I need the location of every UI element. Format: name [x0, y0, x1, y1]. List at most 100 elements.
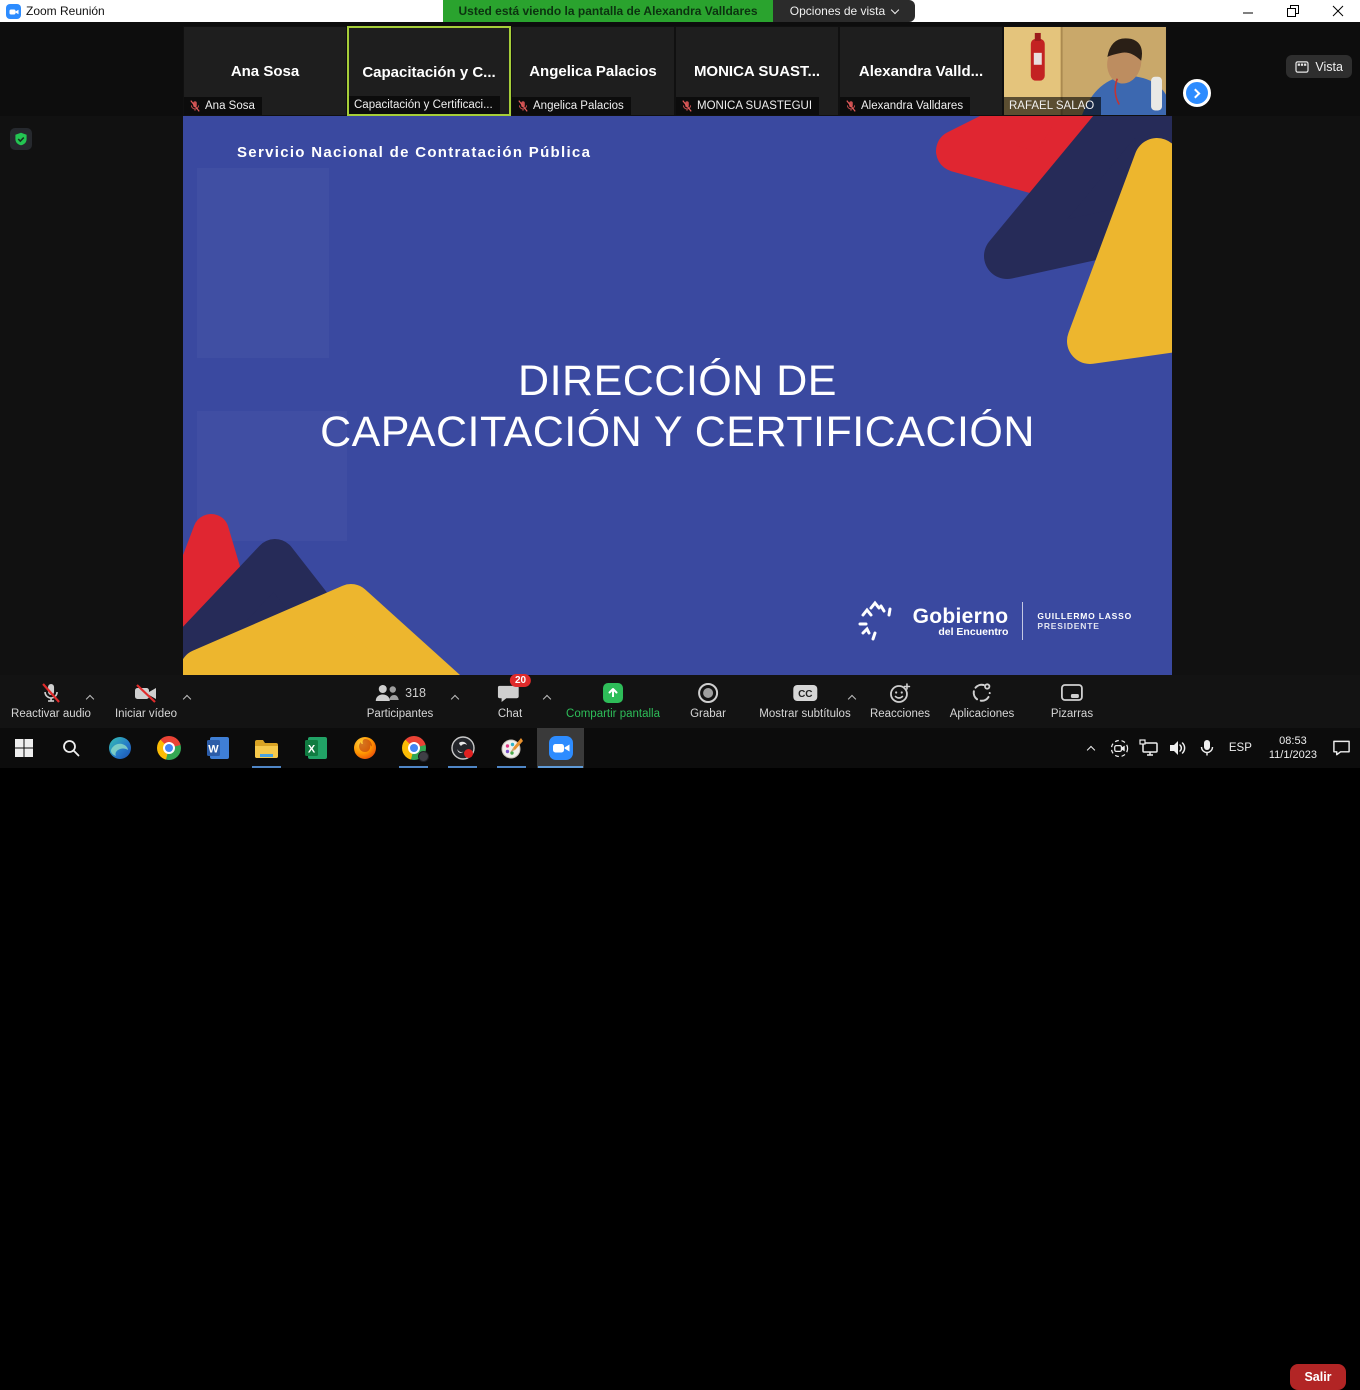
participant-tile-rafael-video[interactable]: RAFAEL SALAO	[1003, 26, 1167, 116]
start-video-button[interactable]: Iniciar vídeo	[115, 680, 177, 720]
chevron-down-icon	[891, 5, 899, 13]
captions-button[interactable]: CC Mostrar subtítulos	[759, 680, 850, 720]
meeting-toolbar: Reactivar audio Iniciar vídeo 318 Partic…	[0, 675, 1360, 728]
next-participants-button[interactable]	[1183, 79, 1211, 107]
screen-share-banner: Usted está viendo la pantalla de Alexand…	[443, 0, 773, 22]
chat-label: Chat	[498, 708, 522, 720]
participant-label: Alexandra Valldares	[840, 97, 970, 115]
chat-unread-badge: 20	[510, 674, 531, 687]
language-indicator[interactable]: ESP	[1225, 742, 1256, 754]
slide-title: DIRECCIÓN DE CAPACITACIÓN Y CERTIFICACIÓ…	[183, 356, 1172, 458]
view-options-button[interactable]: Opciones de vista	[773, 0, 915, 22]
clock-date: 11/1/2023	[1269, 748, 1317, 762]
gear-icon	[418, 751, 429, 762]
restore-button[interactable]	[1270, 0, 1315, 22]
taskbar-edge-icon[interactable]	[96, 728, 143, 768]
participant-label-text: MONICA SUASTEGUI	[697, 100, 812, 112]
slide-faint-panel	[197, 168, 329, 358]
participant-tile-capacitacion[interactable]: Capacitación y C... Capacitación y Certi…	[347, 26, 511, 116]
record-label: Grabar	[690, 708, 726, 720]
participant-name: Capacitación y C...	[349, 64, 509, 81]
participants-count: 318	[405, 686, 426, 700]
video-options-chevron-icon[interactable]	[183, 695, 191, 703]
taskbar-obs-icon[interactable]	[439, 728, 486, 768]
president-title: PRESIDENTE	[1037, 621, 1132, 631]
participant-tile-ana-sosa[interactable]: Ana Sosa Ana Sosa	[183, 26, 347, 116]
slide-title-line2: CAPACITACIÓN Y CERTIFICACIÓN	[183, 407, 1172, 458]
taskbar-excel-icon[interactable]: X	[292, 728, 339, 768]
action-center-icon[interactable]	[1330, 728, 1352, 768]
slide-header: Servicio Nacional de Contratación Públic…	[237, 144, 591, 161]
start-button[interactable]	[0, 728, 47, 768]
share-screen-button[interactable]: Compartir pantalla	[566, 680, 660, 720]
mic-muted-icon	[845, 100, 857, 112]
slide-title-line1: DIRECCIÓN DE	[183, 356, 1172, 407]
taskbar-chrome-app-icon[interactable]	[390, 728, 437, 768]
taskbar-paint3d-icon[interactable]	[488, 728, 535, 768]
search-icon	[61, 738, 81, 758]
record-button[interactable]: Grabar	[690, 680, 726, 720]
security-shield-button[interactable]	[10, 128, 32, 150]
view-button[interactable]: Vista	[1286, 55, 1352, 78]
participant-tile-angelica[interactable]: Angelica Palacios Angelica Palacios	[511, 26, 675, 116]
whiteboards-button[interactable]: Pizarras	[1051, 680, 1093, 720]
search-button[interactable]	[47, 728, 94, 768]
whiteboard-icon	[1060, 683, 1084, 703]
taskbar-chrome-icon[interactable]	[145, 728, 192, 768]
taskbar-file-explorer-icon[interactable]	[243, 728, 290, 768]
reactions-smiley-icon	[888, 682, 912, 704]
participant-label: MONICA SUASTEGUI	[676, 97, 819, 115]
participants-icon	[374, 683, 400, 703]
participant-label-text: Alexandra Valldares	[861, 100, 963, 112]
participant-tile-alexandra[interactable]: Alexandra Valld... Alexandra Valldares	[839, 26, 1003, 116]
taskbar-zoom-icon[interactable]	[537, 728, 584, 768]
participants-options-chevron-icon[interactable]	[451, 695, 459, 703]
taskbar-word-icon[interactable]: W	[194, 728, 241, 768]
slide-decorative-shapes-top-right	[912, 116, 1172, 396]
zoom-app-icon	[6, 4, 21, 19]
network-icon[interactable]	[1138, 728, 1160, 768]
mic-muted-icon	[517, 100, 529, 112]
record-icon	[697, 682, 719, 704]
close-button[interactable]	[1315, 0, 1360, 22]
clock[interactable]: 08:53 11/1/2023	[1263, 734, 1323, 762]
participants-button[interactable]: 318 Participantes	[367, 680, 433, 720]
gallery-view-icon	[1295, 61, 1309, 73]
whiteboards-label: Pizarras	[1051, 708, 1093, 720]
participant-name: Angelica Palacios	[512, 63, 674, 80]
unmute-button[interactable]: Reactivar audio	[11, 680, 91, 720]
unmute-label: Reactivar audio	[11, 708, 91, 720]
chat-options-chevron-icon[interactable]	[543, 695, 551, 703]
chat-button[interactable]: 20 Chat	[498, 680, 522, 720]
participant-tile-monica[interactable]: MONICA SUAST... MONICA SUASTEGUI	[675, 26, 839, 116]
windows-logo-icon	[14, 738, 34, 758]
view-options-label: Opciones de vista	[790, 4, 885, 18]
share-screen-icon	[602, 682, 624, 704]
tray-chevron-up-icon[interactable]	[1080, 728, 1102, 768]
view-button-label: Vista	[1315, 60, 1343, 74]
screen-recording-indicator-icon[interactable]	[1109, 728, 1131, 768]
participant-label: RAFAEL SALAO	[1004, 97, 1101, 115]
chevron-right-icon	[1191, 88, 1201, 98]
apps-button[interactable]: Aplicaciones	[950, 680, 1015, 720]
minimize-button[interactable]	[1225, 0, 1270, 22]
volume-icon[interactable]	[1167, 728, 1189, 768]
taskbar-firefox-icon[interactable]	[341, 728, 388, 768]
reactions-button[interactable]: Reacciones	[870, 680, 930, 720]
microphone-tray-icon[interactable]	[1196, 728, 1218, 768]
apps-label: Aplicaciones	[950, 708, 1015, 720]
svg-text:X: X	[307, 744, 315, 756]
logo-divider	[1022, 602, 1023, 640]
system-tray: ESP 08:53 11/1/2023	[1080, 728, 1360, 768]
window-title: Zoom Reunión	[26, 4, 105, 18]
captions-options-chevron-icon[interactable]	[848, 695, 856, 703]
audio-options-chevron-icon[interactable]	[86, 695, 94, 703]
participant-label-text: Ana Sosa	[205, 100, 255, 112]
title-bar: Zoom Reunión Usted está viendo la pantal…	[0, 0, 1360, 22]
captions-label: Mostrar subtítulos	[759, 708, 850, 720]
mic-muted-icon	[40, 682, 62, 704]
leave-meeting-button[interactable]: Salir	[1290, 1364, 1346, 1390]
participant-name: Ana Sosa	[184, 63, 346, 80]
participant-name: MONICA SUAST...	[676, 63, 838, 80]
president-name: GUILLERMO LASSO	[1037, 611, 1132, 621]
